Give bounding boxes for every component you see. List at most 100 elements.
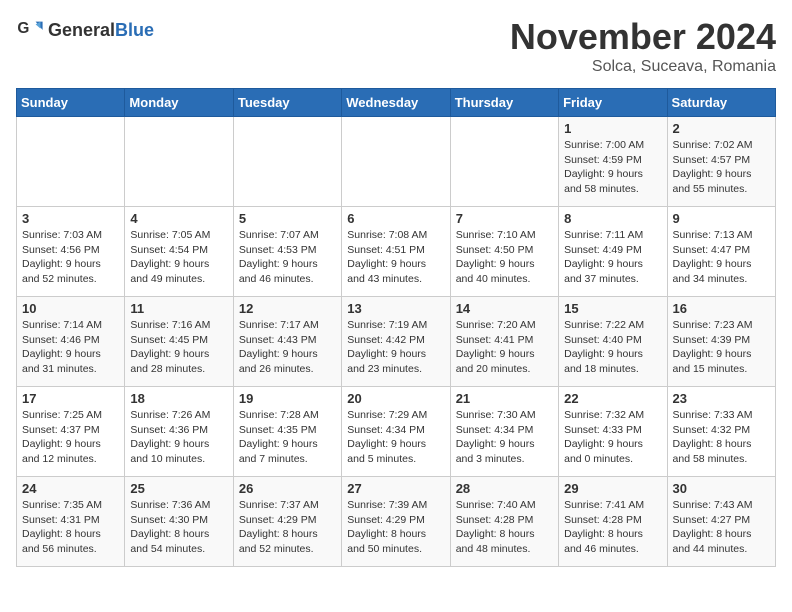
day-number: 15 <box>564 301 661 316</box>
day-number: 8 <box>564 211 661 226</box>
day-info: Sunrise: 7:02 AMSunset: 4:57 PMDaylight:… <box>673 138 770 197</box>
day-number: 18 <box>130 391 227 406</box>
table-row <box>125 117 233 207</box>
day-info: Sunrise: 7:32 AMSunset: 4:33 PMDaylight:… <box>564 408 661 467</box>
table-row: 30 Sunrise: 7:43 AMSunset: 4:27 PMDayligh… <box>667 477 775 567</box>
table-row: 8 Sunrise: 7:11 AMSunset: 4:49 PMDaylight… <box>559 207 667 297</box>
table-row: 11 Sunrise: 7:16 AMSunset: 4:45 PMDayligh… <box>125 297 233 387</box>
day-info: Sunrise: 7:40 AMSunset: 4:28 PMDaylight:… <box>456 498 553 557</box>
day-number: 23 <box>673 391 770 406</box>
day-number: 14 <box>456 301 553 316</box>
day-number: 24 <box>22 481 119 496</box>
day-number: 30 <box>673 481 770 496</box>
table-row: 12Sunrise: 7:17 AMSunset: 4:43 PMDayligh… <box>233 297 341 387</box>
col-tuesday: Tuesday <box>233 89 341 117</box>
table-row: 15 Sunrise: 7:22 AMSunset: 4:40 PMDayligh… <box>559 297 667 387</box>
day-info: Sunrise: 7:43 AMSunset: 4:27 PMDaylight:… <box>673 498 770 557</box>
table-row: 13 Sunrise: 7:19 AMSunset: 4:42 PMDayligh… <box>342 297 450 387</box>
table-row <box>17 117 125 207</box>
table-row: 6 Sunrise: 7:08 AMSunset: 4:51 PMDaylight… <box>342 207 450 297</box>
table-row: 1 Sunrise: 7:00 AMSunset: 4:59 PMDaylight… <box>559 117 667 207</box>
col-saturday: Saturday <box>667 89 775 117</box>
day-info: Sunrise: 7:35 AMSunset: 4:31 PMDaylight:… <box>22 498 119 557</box>
day-number: 10 <box>22 301 119 316</box>
table-row: 20Sunrise: 7:29 AMSunset: 4:34 PMDayligh… <box>342 387 450 477</box>
day-number: 28 <box>456 481 553 496</box>
day-number: 5 <box>239 211 336 226</box>
day-number: 21 <box>456 391 553 406</box>
month-title: November 2024 <box>510 16 776 58</box>
day-number: 17 <box>22 391 119 406</box>
col-monday: Monday <box>125 89 233 117</box>
logo: G GeneralBlue <box>16 16 154 44</box>
day-number: 6 <box>347 211 444 226</box>
table-row: 23 Sunrise: 7:33 AMSunset: 4:32 PMDayligh… <box>667 387 775 477</box>
table-row: 5Sunrise: 7:07 AMSunset: 4:53 PMDaylight… <box>233 207 341 297</box>
day-info: Sunrise: 7:17 AMSunset: 4:43 PMDaylight:… <box>239 318 336 377</box>
table-row: 21 Sunrise: 7:30 AMSunset: 4:34 PMDayligh… <box>450 387 558 477</box>
day-info: Sunrise: 7:23 AMSunset: 4:39 PMDaylight:… <box>673 318 770 377</box>
day-number: 22 <box>564 391 661 406</box>
table-row <box>342 117 450 207</box>
table-row: 24 Sunrise: 7:35 AMSunset: 4:31 PMDayligh… <box>17 477 125 567</box>
table-row: 3 Sunrise: 7:03 AMSunset: 4:56 PMDaylight… <box>17 207 125 297</box>
calendar-week-5: 24 Sunrise: 7:35 AMSunset: 4:31 PMDayligh… <box>17 477 776 567</box>
day-info: Sunrise: 7:10 AMSunset: 4:50 PMDaylight:… <box>456 228 553 287</box>
table-row: 14 Sunrise: 7:20 AMSunset: 4:41 PMDayligh… <box>450 297 558 387</box>
table-row: 28 Sunrise: 7:40 AMSunset: 4:28 PMDayligh… <box>450 477 558 567</box>
day-number: 16 <box>673 301 770 316</box>
day-info: Sunrise: 7:03 AMSunset: 4:56 PMDaylight:… <box>22 228 119 287</box>
day-info: Sunrise: 7:00 AMSunset: 4:59 PMDaylight:… <box>564 138 661 197</box>
calendar-week-4: 17Sunrise: 7:25 AMSunset: 4:37 PMDayligh… <box>17 387 776 477</box>
day-number: 29 <box>564 481 661 496</box>
day-number: 7 <box>456 211 553 226</box>
table-row: 29 Sunrise: 7:41 AMSunset: 4:28 PMDayligh… <box>559 477 667 567</box>
title-area: November 2024 Solca, Suceava, Romania <box>510 16 776 76</box>
table-row: 16 Sunrise: 7:23 AMSunset: 4:39 PMDayligh… <box>667 297 775 387</box>
day-info: Sunrise: 7:41 AMSunset: 4:28 PMDaylight:… <box>564 498 661 557</box>
table-row: 17Sunrise: 7:25 AMSunset: 4:37 PMDayligh… <box>17 387 125 477</box>
table-row: 7 Sunrise: 7:10 AMSunset: 4:50 PMDaylight… <box>450 207 558 297</box>
table-row: 19Sunrise: 7:28 AMSunset: 4:35 PMDayligh… <box>233 387 341 477</box>
logo-text: GeneralBlue <box>48 20 154 41</box>
day-info: Sunrise: 7:37 AMSunset: 4:29 PMDaylight:… <box>239 498 336 557</box>
day-info: Sunrise: 7:28 AMSunset: 4:35 PMDaylight:… <box>239 408 336 467</box>
col-sunday: Sunday <box>17 89 125 117</box>
location-subtitle: Solca, Suceava, Romania <box>510 58 776 76</box>
day-info: Sunrise: 7:16 AMSunset: 4:45 PMDaylight:… <box>130 318 227 377</box>
table-row: 10 Sunrise: 7:14 AMSunset: 4:46 PMDayligh… <box>17 297 125 387</box>
day-number: 1 <box>564 121 661 136</box>
table-row: 2Sunrise: 7:02 AMSunset: 4:57 PMDaylight… <box>667 117 775 207</box>
day-number: 4 <box>130 211 227 226</box>
day-number: 27 <box>347 481 444 496</box>
calendar-week-1: 1 Sunrise: 7:00 AMSunset: 4:59 PMDaylight… <box>17 117 776 207</box>
day-number: 25 <box>130 481 227 496</box>
day-info: Sunrise: 7:08 AMSunset: 4:51 PMDaylight:… <box>347 228 444 287</box>
calendar-week-2: 3 Sunrise: 7:03 AMSunset: 4:56 PMDaylight… <box>17 207 776 297</box>
day-info: Sunrise: 7:33 AMSunset: 4:32 PMDaylight:… <box>673 408 770 467</box>
table-row: 25Sunrise: 7:36 AMSunset: 4:30 PMDayligh… <box>125 477 233 567</box>
day-info: Sunrise: 7:29 AMSunset: 4:34 PMDaylight:… <box>347 408 444 467</box>
day-number: 3 <box>22 211 119 226</box>
table-row: 27 Sunrise: 7:39 AMSunset: 4:29 PMDayligh… <box>342 477 450 567</box>
day-info: Sunrise: 7:22 AMSunset: 4:40 PMDaylight:… <box>564 318 661 377</box>
day-info: Sunrise: 7:14 AMSunset: 4:46 PMDaylight:… <box>22 318 119 377</box>
day-info: Sunrise: 7:26 AMSunset: 4:36 PMDaylight:… <box>130 408 227 467</box>
svg-text:G: G <box>17 20 29 37</box>
day-number: 9 <box>673 211 770 226</box>
page-header: G GeneralBlue November 2024 Solca, Sucea… <box>16 16 776 76</box>
table-row: 26 Sunrise: 7:37 AMSunset: 4:29 PMDayligh… <box>233 477 341 567</box>
col-wednesday: Wednesday <box>342 89 450 117</box>
day-number: 11 <box>130 301 227 316</box>
table-row <box>450 117 558 207</box>
day-info: Sunrise: 7:39 AMSunset: 4:29 PMDaylight:… <box>347 498 444 557</box>
day-info: Sunrise: 7:20 AMSunset: 4:41 PMDaylight:… <box>456 318 553 377</box>
day-info: Sunrise: 7:11 AMSunset: 4:49 PMDaylight:… <box>564 228 661 287</box>
calendar-header-row: Sunday Monday Tuesday Wednesday Thursday… <box>17 89 776 117</box>
day-info: Sunrise: 7:19 AMSunset: 4:42 PMDaylight:… <box>347 318 444 377</box>
day-number: 13 <box>347 301 444 316</box>
table-row: 18 Sunrise: 7:26 AMSunset: 4:36 PMDayligh… <box>125 387 233 477</box>
table-row: 22 Sunrise: 7:32 AMSunset: 4:33 PMDayligh… <box>559 387 667 477</box>
day-number: 26 <box>239 481 336 496</box>
day-info: Sunrise: 7:30 AMSunset: 4:34 PMDaylight:… <box>456 408 553 467</box>
